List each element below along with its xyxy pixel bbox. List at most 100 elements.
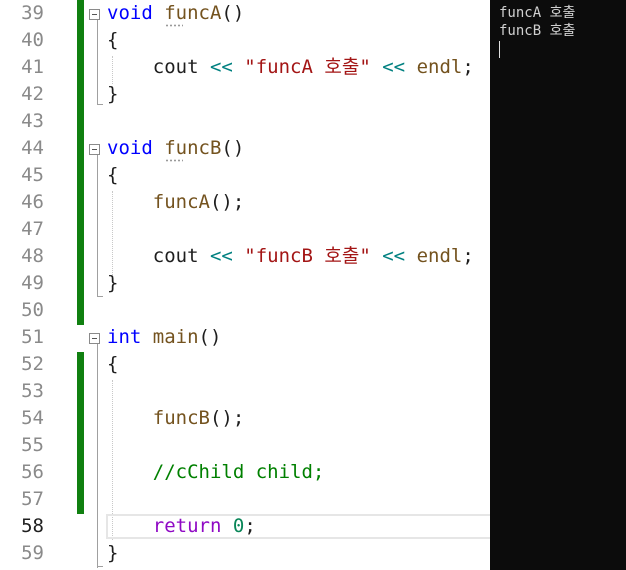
line-number: 54 bbox=[21, 407, 44, 429]
code-token: funcA bbox=[164, 2, 222, 24]
code-token: { bbox=[107, 29, 119, 51]
code-text: return 0; bbox=[107, 515, 256, 538]
line-number: 41 bbox=[21, 56, 44, 78]
line-number: 49 bbox=[21, 272, 44, 294]
code-token: { bbox=[107, 164, 119, 186]
code-token: (); bbox=[209, 191, 245, 213]
console-output-line: funcA 호출 bbox=[499, 5, 576, 21]
code-text: //cChild child; bbox=[107, 461, 325, 484]
code-line[interactable]: 46 funcA(); bbox=[0, 189, 490, 216]
code-editor[interactable]: 39 void funcA() 40 {41 cout << "funcA 호출" <… bbox=[0, 0, 490, 570]
code-text: cout << "funcB 호출" << endl; bbox=[107, 245, 474, 268]
code-token: 0 bbox=[232, 515, 245, 537]
code-line[interactable]: 49} bbox=[0, 270, 490, 297]
code-text: { bbox=[107, 353, 118, 376]
code-line[interactable]: 53 bbox=[0, 378, 490, 405]
code-line[interactable]: 43 bbox=[0, 108, 490, 135]
code-token: "funcB 호출" bbox=[244, 245, 371, 267]
line-number: 55 bbox=[21, 434, 44, 456]
code-text: { bbox=[107, 164, 118, 187]
code-line[interactable]: 51 int main() bbox=[0, 324, 490, 351]
console-cursor bbox=[499, 41, 500, 58]
code-line[interactable]: 58 return 0; bbox=[0, 513, 490, 540]
line-number: 45 bbox=[21, 164, 44, 186]
code-token: int bbox=[107, 326, 142, 348]
line-number: 48 bbox=[21, 245, 44, 267]
line-number: 42 bbox=[21, 83, 44, 105]
code-line[interactable]: 42} bbox=[0, 81, 490, 108]
code-line[interactable]: 59} bbox=[0, 540, 490, 567]
code-token: "funcA 호출" bbox=[244, 56, 371, 78]
code-token: void bbox=[107, 2, 153, 24]
code-token: funcB bbox=[152, 407, 210, 429]
code-token: () bbox=[198, 326, 222, 348]
code-token: main bbox=[152, 326, 199, 348]
line-number: 51 bbox=[21, 326, 44, 348]
code-token: (); bbox=[209, 407, 245, 429]
code-text: void funcA() bbox=[107, 2, 244, 25]
code-token: () bbox=[221, 2, 245, 24]
code-token: return bbox=[152, 515, 222, 537]
code-token: } bbox=[107, 272, 119, 294]
code-token: endl bbox=[416, 245, 463, 267]
code-token: void bbox=[107, 137, 153, 159]
code-text: } bbox=[107, 83, 118, 106]
code-text: funcB(); bbox=[107, 407, 245, 430]
code-line[interactable]: 57 bbox=[0, 486, 490, 513]
code-token: } bbox=[107, 83, 119, 105]
code-text: } bbox=[107, 542, 118, 565]
code-text: } bbox=[107, 272, 118, 295]
code-token: << bbox=[209, 245, 233, 267]
code-token: { bbox=[107, 353, 119, 375]
line-number: 58 bbox=[21, 515, 44, 537]
line-number: 53 bbox=[21, 380, 44, 402]
code-token: endl bbox=[416, 56, 463, 78]
code-text: int main() bbox=[107, 326, 221, 349]
code-token: << bbox=[382, 56, 406, 78]
line-number: 59 bbox=[21, 542, 44, 564]
code-line[interactable]: 48 cout << "funcB 호출" << endl; bbox=[0, 243, 490, 270]
code-text: funcA(); bbox=[107, 191, 245, 214]
line-number: 57 bbox=[21, 488, 44, 510]
line-number: 40 bbox=[21, 29, 44, 51]
code-text: cout << "funcA 호출" << endl; bbox=[107, 56, 474, 79]
line-number: 56 bbox=[21, 461, 44, 483]
console-window[interactable]: funcA 호출 funcB 호출 bbox=[490, 0, 626, 570]
code-line[interactable]: 45 { bbox=[0, 162, 490, 189]
code-token: cout bbox=[107, 56, 210, 78]
code-token: ; bbox=[462, 56, 474, 78]
code-line[interactable]: 55 bbox=[0, 432, 490, 459]
code-text: { bbox=[107, 29, 118, 52]
code-line[interactable]: 52 { bbox=[0, 351, 490, 378]
code-line[interactable]: 54 funcB(); bbox=[0, 405, 490, 432]
code-line[interactable]: 56 //cChild child; bbox=[0, 459, 490, 486]
code-token: ; bbox=[244, 515, 256, 537]
line-number: 46 bbox=[21, 191, 44, 213]
code-token: funcA bbox=[152, 191, 210, 213]
code-line[interactable]: 44 void funcB() bbox=[0, 135, 490, 162]
code-line[interactable]: 47 bbox=[0, 216, 490, 243]
code-line[interactable]: 40 { bbox=[0, 27, 490, 54]
code-token: ; bbox=[462, 245, 474, 267]
code-line[interactable]: 50 bbox=[0, 297, 490, 324]
code-line[interactable]: 41 cout << "funcA 호출" << endl; bbox=[0, 54, 490, 81]
code-text: void funcB() bbox=[107, 137, 244, 160]
line-number: 44 bbox=[21, 137, 44, 159]
line-number: 50 bbox=[21, 299, 44, 321]
code-token: //cChild child; bbox=[152, 461, 325, 483]
code-line[interactable]: 39 void funcA() bbox=[0, 0, 490, 27]
code-token: () bbox=[221, 137, 245, 159]
